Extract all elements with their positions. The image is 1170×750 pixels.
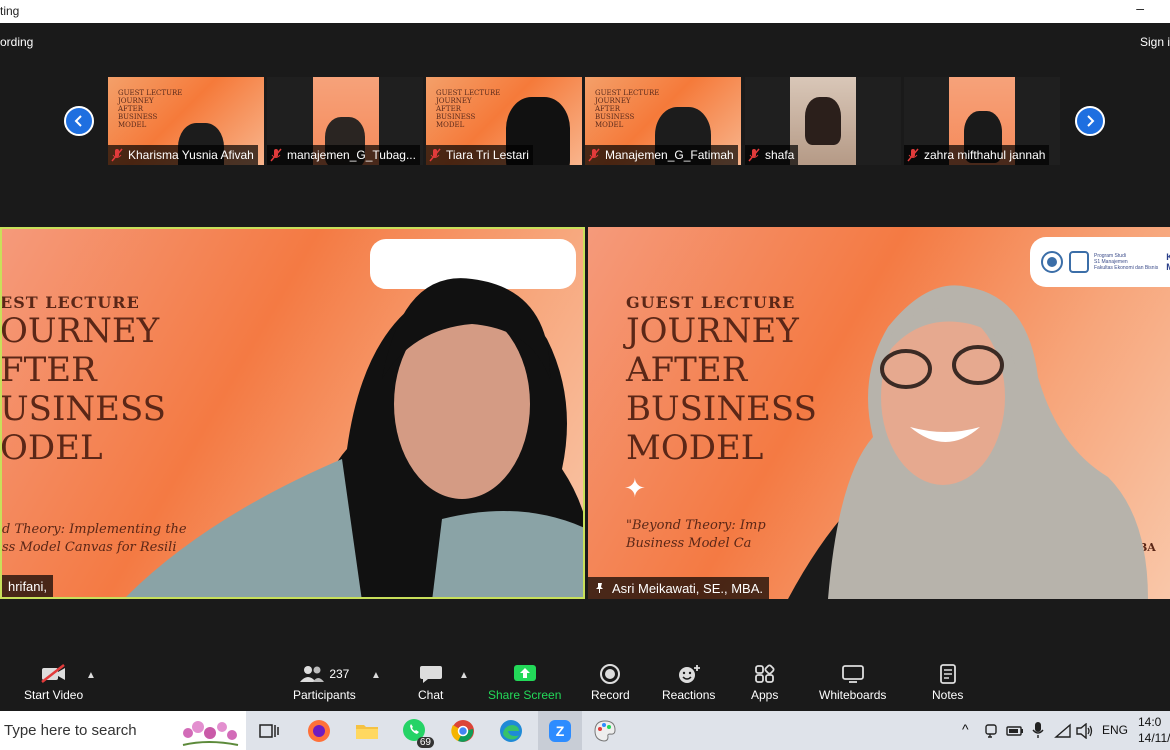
video-options-caret[interactable]: ▲ [86, 670, 96, 681]
speaker-tile[interactable]: Program Studi S1 Manajemen Fakultas Ekon… [588, 227, 1170, 599]
share-screen-button[interactable]: Share Screen [488, 664, 561, 702]
whiteboards-button[interactable]: Whiteboards [819, 664, 886, 702]
recording-label: ording [0, 35, 34, 49]
participant-thumb[interactable]: zahra mifthahul jannah [904, 77, 1060, 165]
participant-name: manajemen_G_Tubag... [267, 145, 420, 165]
participant-thumb[interactable]: manajemen_G_Tubag... [267, 77, 423, 165]
battery-icon[interactable] [1006, 724, 1024, 738]
whiteboard-icon [841, 665, 864, 683]
speaker-video [788, 285, 1148, 599]
participant-name: Tiara Tri Lestari [426, 145, 533, 165]
participant-name: zahra mifthahul jannah [904, 145, 1050, 165]
window-title: ting [0, 4, 20, 18]
microphone-icon[interactable] [1031, 721, 1045, 739]
apps-button[interactable]: Apps [751, 664, 778, 702]
speaker-video [126, 278, 583, 597]
mic-muted-icon [270, 148, 282, 162]
speaker-volume-icon[interactable] [1076, 723, 1094, 739]
participant-name: Kharisma Yusnia Afivah [108, 145, 258, 165]
mic-muted-icon [748, 148, 760, 162]
thumb-slide-text: GUEST LECTURE JOURNEY AFTER BUSINESS MOD… [436, 89, 501, 129]
tray-overflow-icon[interactable]: ^ [962, 721, 969, 737]
reactions-button[interactable]: Reactions [662, 664, 715, 702]
chat-button[interactable]: Chat [418, 664, 443, 702]
paint-taskbar-button[interactable] [590, 716, 620, 746]
sign-in-link[interactable]: Sign i [1140, 35, 1170, 49]
chrome-taskbar-button[interactable] [448, 716, 478, 746]
participants-button[interactable]: 237 Participants [293, 664, 356, 702]
chevron-left-icon [74, 115, 82, 127]
taskbar-search[interactable]: Type here to search [0, 711, 246, 750]
recording-bar: ording Sign i [0, 23, 1170, 63]
thumb-slide-text: GUEST LECTURE JOURNEY AFTER BUSINESS MOD… [595, 89, 660, 129]
participant-count: 237 [329, 667, 350, 681]
participant-thumb[interactable]: GUEST LECTURE JOURNEY AFTER BUSINESS MOD… [426, 77, 582, 165]
meeting-controls: Start Video ▲ 237 Participants ▲ Chat ▲ … [0, 660, 1170, 710]
minimize-button[interactable]: – [1136, 0, 1144, 16]
window-titlebar: ting – [0, 0, 1170, 23]
language-indicator[interactable]: ENG [1102, 723, 1128, 737]
firefox-taskbar-button[interactable] [304, 716, 334, 746]
participant-thumb[interactable]: shafa [745, 77, 901, 165]
zoom-taskbar-button[interactable]: Z [538, 711, 582, 750]
mic-muted-icon [111, 148, 123, 162]
zoom-icon: Z [549, 719, 571, 742]
gallery-next-button[interactable] [1075, 106, 1105, 136]
whatsapp-taskbar-button[interactable]: 69 [400, 716, 434, 748]
paint-palette-icon [594, 720, 616, 742]
notes-icon [939, 664, 956, 684]
svg-text:Z: Z [556, 723, 565, 739]
clock[interactable]: 14:0 14/11/ [1138, 714, 1170, 746]
chrome-icon [451, 720, 474, 742]
mic-muted-icon [429, 148, 441, 162]
windows-taskbar: Type here to search 69 Z ^ ENG 14:0 14/1… [0, 711, 1170, 750]
apps-icon [754, 664, 775, 683]
task-view-icon [259, 724, 279, 738]
file-explorer-taskbar-button[interactable] [352, 716, 382, 746]
search-flower-decoration-icon [182, 721, 239, 746]
start-video-button[interactable]: Start Video [24, 664, 83, 702]
wifi-icon[interactable] [1054, 723, 1072, 739]
record-button[interactable]: Record [591, 664, 630, 702]
mic-muted-icon [588, 148, 600, 162]
participant-video [805, 97, 841, 145]
chat-options-caret[interactable]: ▲ [459, 670, 469, 681]
gallery-prev-button[interactable] [64, 106, 94, 136]
clock-date: 14/11/ [1138, 731, 1170, 745]
participant-thumb[interactable]: GUEST LECTURE JOURNEY AFTER BUSINESS MOD… [585, 77, 741, 165]
participant-name: shafa [745, 145, 799, 165]
edge-taskbar-button[interactable] [496, 716, 526, 746]
participant-name: Manajemen_G_Fatimah [585, 145, 738, 165]
whatsapp-badge: 69 [416, 737, 434, 748]
thumb-slide-text: GUEST LECTURE JOURNEY AFTER BUSINESS MOD… [118, 89, 183, 129]
clock-time: 14:0 [1138, 715, 1162, 729]
chat-icon [419, 666, 442, 683]
pin-icon [596, 583, 603, 593]
share-screen-icon [513, 665, 536, 681]
participant-thumb[interactable]: GUEST LECTURE JOURNEY AFTER BUSINESS MOD… [108, 77, 264, 165]
mic-muted-icon [907, 148, 919, 162]
emoji-plus-icon [678, 665, 700, 683]
chevron-right-icon [1087, 115, 1095, 127]
edge-icon [500, 720, 522, 742]
active-speaker-tile[interactable]: EST LECTURE OURNEY FTER USINESS ODEL d T… [0, 227, 585, 599]
record-icon [600, 664, 621, 684]
participants-options-caret[interactable]: ▲ [371, 670, 381, 681]
speaker-name: hrifani, [2, 575, 54, 597]
speaker-name: Asri Meikawati, SE., MBA. [588, 577, 769, 599]
task-view-button[interactable] [254, 716, 284, 746]
notes-button[interactable]: Notes [932, 664, 963, 702]
meet-now-icon[interactable] [984, 723, 1000, 739]
video-off-icon [40, 664, 65, 683]
firefox-icon [308, 720, 330, 742]
folder-icon [356, 725, 378, 739]
participants-icon [300, 666, 325, 682]
taskbar-search-input[interactable]: Type here to search [4, 722, 137, 739]
